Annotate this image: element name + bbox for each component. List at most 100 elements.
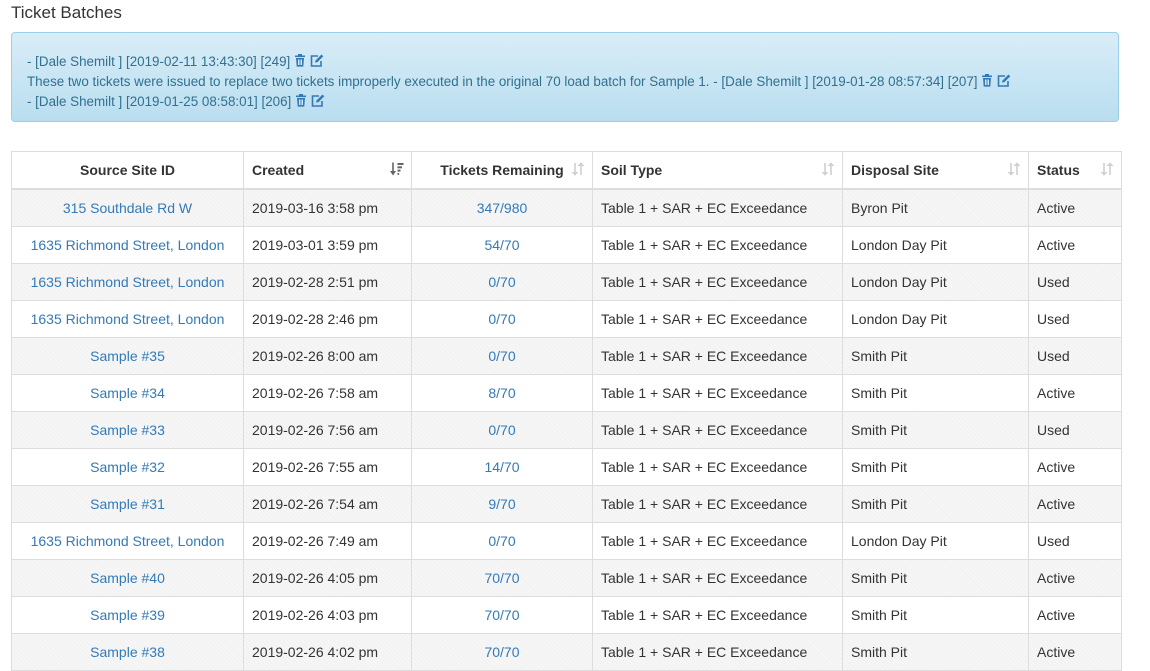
tickets-remaining-link[interactable]: 70/70 — [484, 570, 519, 586]
trash-icon[interactable] — [295, 94, 307, 107]
column-header-soil-type[interactable]: Soil Type — [592, 151, 843, 190]
source-site-link[interactable]: 1635 Richmond Street, London — [31, 311, 225, 327]
tickets-remaining-link[interactable]: 347/980 — [477, 200, 528, 216]
soil-type-cell: Table 1 + SAR + EC Exceedance — [592, 448, 843, 486]
source-site-link[interactable]: Sample #35 — [90, 348, 165, 364]
table-row: 1635 Richmond Street, London 2019-02-28 … — [11, 300, 1122, 338]
created-cell: 2019-02-26 4:05 pm — [243, 559, 412, 597]
created-cell: 2019-02-26 7:49 am — [243, 522, 412, 560]
source-site-cell: 1635 Richmond Street, London — [11, 226, 244, 264]
created-cell: 2019-03-01 3:59 pm — [243, 226, 412, 264]
created-cell: 2019-02-26 7:58 am — [243, 374, 412, 412]
note-text: - [Dale Shemilt ] [2019-02-11 13:43:30] … — [27, 54, 291, 69]
disposal-site-cell: Smith Pit — [842, 337, 1029, 375]
tickets-remaining-cell: 347/980 — [411, 188, 593, 227]
sort-icon[interactable] — [821, 162, 835, 179]
disposal-site-cell: Smith Pit — [842, 485, 1029, 523]
disposal-site-cell: London Day Pit — [842, 522, 1029, 560]
tickets-remaining-link[interactable]: 9/70 — [488, 496, 515, 512]
tickets-remaining-cell: 54/70 — [411, 226, 593, 264]
tickets-remaining-cell: 70/70 — [411, 559, 593, 597]
column-header-source-site-id[interactable]: Source Site ID — [11, 151, 244, 190]
soil-type-cell: Table 1 + SAR + EC Exceedance — [592, 559, 843, 597]
source-site-link[interactable]: Sample #33 — [90, 422, 165, 438]
status-cell: Active — [1028, 485, 1122, 523]
note-text: - [Dale Shemilt ] [2019-01-25 08:58:01] … — [27, 94, 292, 109]
created-cell: 2019-03-16 3:58 pm — [243, 188, 412, 227]
tickets-remaining-cell: 8/70 — [411, 374, 593, 412]
column-header-disposal-site[interactable]: Disposal Site — [842, 151, 1029, 190]
source-site-cell: Sample #40 — [11, 559, 244, 597]
tickets-remaining-cell: 0/70 — [411, 411, 593, 449]
tickets-remaining-cell: 70/70 — [411, 596, 593, 634]
soil-type-cell: Table 1 + SAR + EC Exceedance — [592, 188, 843, 227]
source-site-cell: Sample #38 — [11, 633, 244, 671]
source-site-link[interactable]: 315 Southdale Rd W — [63, 200, 192, 216]
status-cell: Used — [1028, 300, 1122, 338]
note-text: These two tickets were issued to replace… — [27, 74, 978, 89]
soil-type-cell: Table 1 + SAR + EC Exceedance — [592, 374, 843, 412]
table-row: 315 Southdale Rd W 2019-03-16 3:58 pm 34… — [11, 188, 1122, 227]
tickets-remaining-link[interactable]: 14/70 — [484, 459, 519, 475]
table-row: 1635 Richmond Street, London 2019-03-01 … — [11, 226, 1122, 264]
disposal-site-cell: London Day Pit — [842, 226, 1029, 264]
status-cell: Used — [1028, 263, 1122, 301]
source-site-link[interactable]: 1635 Richmond Street, London — [31, 274, 225, 290]
tickets-remaining-link[interactable]: 54/70 — [484, 237, 519, 253]
tickets-remaining-link[interactable]: 8/70 — [488, 385, 515, 401]
tickets-remaining-link[interactable]: 0/70 — [488, 422, 515, 438]
sort-icon[interactable] — [571, 162, 585, 179]
source-site-link[interactable]: 1635 Richmond Street, London — [31, 533, 225, 549]
note-item: These two tickets were issued to replace… — [27, 72, 1103, 92]
soil-type-cell: Table 1 + SAR + EC Exceedance — [592, 522, 843, 560]
source-site-link[interactable]: 1635 Richmond Street, London — [31, 237, 225, 253]
edit-icon[interactable] — [310, 54, 324, 67]
soil-type-cell: Table 1 + SAR + EC Exceedance — [592, 596, 843, 634]
source-site-cell: Sample #34 — [11, 374, 244, 412]
table-row: Sample #40 2019-02-26 4:05 pm 70/70 Tabl… — [11, 559, 1122, 597]
status-cell: Active — [1028, 374, 1122, 412]
disposal-site-cell: Smith Pit — [842, 596, 1029, 634]
status-cell: Used — [1028, 411, 1122, 449]
source-site-link[interactable]: Sample #32 — [90, 459, 165, 475]
table-row: Sample #35 2019-02-26 8:00 am 0/70 Table… — [11, 337, 1122, 375]
source-site-link[interactable]: Sample #39 — [90, 607, 165, 623]
sort-icon[interactable] — [1100, 162, 1114, 179]
column-header-created[interactable]: Created — [243, 151, 412, 190]
column-header-tickets-remaining[interactable]: Tickets Remaining — [411, 151, 593, 190]
source-site-link[interactable]: Sample #31 — [90, 496, 165, 512]
status-cell: Active — [1028, 188, 1122, 227]
source-site-cell: Sample #39 — [11, 596, 244, 634]
tickets-remaining-link[interactable]: 0/70 — [488, 311, 515, 327]
source-site-link[interactable]: Sample #34 — [90, 385, 165, 401]
tickets-remaining-link[interactable]: 70/70 — [484, 607, 519, 623]
trash-icon[interactable] — [981, 74, 993, 87]
trash-icon[interactable] — [294, 54, 306, 67]
edit-icon[interactable] — [997, 74, 1011, 87]
tickets-remaining-cell: 70/70 — [411, 633, 593, 671]
status-cell: Used — [1028, 522, 1122, 560]
table-row: Sample #31 2019-02-26 7:54 am 9/70 Table… — [11, 485, 1122, 523]
table-row: Sample #34 2019-02-26 7:58 am 8/70 Table… — [11, 374, 1122, 412]
edit-icon[interactable] — [311, 94, 325, 107]
soil-type-cell: Table 1 + SAR + EC Exceedance — [592, 411, 843, 449]
disposal-site-cell: Smith Pit — [842, 633, 1029, 671]
disposal-site-cell: London Day Pit — [842, 263, 1029, 301]
soil-type-cell: Table 1 + SAR + EC Exceedance — [592, 300, 843, 338]
tickets-remaining-link[interactable]: 0/70 — [488, 348, 515, 364]
status-cell: Used — [1028, 337, 1122, 375]
source-site-cell: 1635 Richmond Street, London — [11, 263, 244, 301]
page-title: Ticket Batches — [11, 3, 122, 22]
tickets-remaining-link[interactable]: 0/70 — [488, 274, 515, 290]
status-cell: Active — [1028, 596, 1122, 634]
tickets-remaining-cell: 0/70 — [411, 522, 593, 560]
table-row: 1635 Richmond Street, London 2019-02-28 … — [11, 263, 1122, 301]
sort-desc-icon[interactable] — [390, 162, 404, 179]
sort-icon[interactable] — [1007, 162, 1021, 179]
tickets-remaining-link[interactable]: 0/70 — [488, 533, 515, 549]
created-cell: 2019-02-26 4:02 pm — [243, 633, 412, 671]
column-header-status[interactable]: Status — [1028, 151, 1122, 190]
table-header-row: Source Site ID Created Tickets Remaining… — [11, 151, 1122, 190]
status-cell: Active — [1028, 559, 1122, 597]
source-site-link[interactable]: Sample #40 — [90, 570, 165, 586]
